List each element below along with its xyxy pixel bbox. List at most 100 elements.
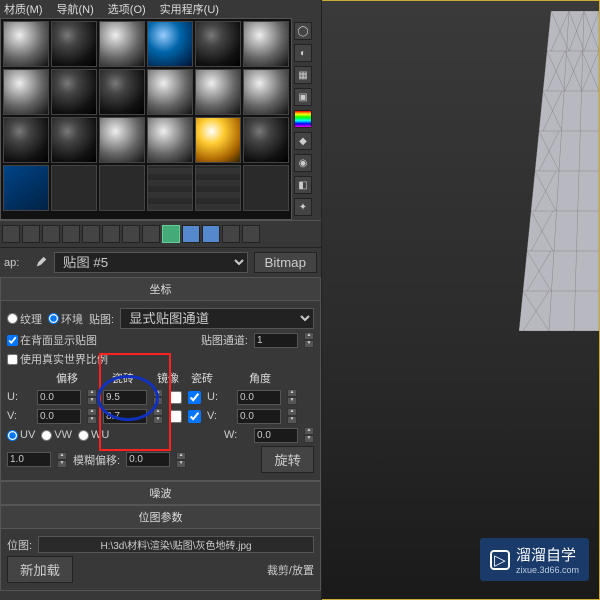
v-mirror-check[interactable] (169, 410, 182, 423)
v-angle-spinner[interactable] (237, 409, 281, 424)
sample-tools: ◯ ◐ ▦ ▣ ◆ ◉ ◧ ✦ (292, 18, 314, 220)
sample-type-icon[interactable]: ◯ (294, 22, 312, 40)
blur-off-spinner[interactable] (126, 452, 170, 467)
menu-utilities[interactable]: 实用程序(U) (160, 1, 219, 17)
radio-wu[interactable]: WU (78, 429, 109, 441)
material-slot[interactable] (195, 69, 241, 115)
material-slot[interactable] (51, 117, 97, 163)
radio-vw[interactable]: VW (41, 429, 72, 441)
u-offset-spinner[interactable] (37, 390, 81, 405)
material-slot[interactable] (3, 165, 49, 211)
rollup-bitmap[interactable]: 位图参数 (0, 505, 321, 529)
u-tile-spinner[interactable] (103, 390, 147, 405)
w-angle-spinner[interactable] (254, 428, 298, 443)
video-color-icon[interactable] (294, 110, 312, 128)
map-mode-select[interactable]: 显式贴图通道 (120, 308, 314, 329)
menu-nav[interactable]: 导航(N) (57, 1, 94, 17)
material-slot[interactable] (243, 117, 289, 163)
material-slot[interactable] (99, 69, 145, 115)
misc-icon[interactable] (242, 225, 260, 243)
spinner-icon[interactable]: ▲▼ (287, 389, 297, 405)
go-sibling-icon[interactable] (222, 225, 240, 243)
crop-label: 裁剪/放置 (267, 562, 314, 578)
get-material-icon[interactable] (2, 225, 20, 243)
rollup-noise[interactable]: 噪波 (0, 481, 321, 505)
material-slot[interactable] (3, 21, 49, 67)
sample-uv-icon[interactable]: ▣ (294, 88, 312, 106)
background-icon[interactable]: ▦ (294, 66, 312, 84)
map-name-select[interactable]: 贴图 #5 (54, 252, 248, 273)
radio-texture[interactable]: 纹理 (7, 311, 42, 327)
check-backface[interactable]: 在背面显示贴图 (7, 332, 97, 348)
material-slot[interactable] (243, 69, 289, 115)
blur-spinner[interactable] (7, 452, 51, 467)
spinner-icon[interactable]: ▲▼ (87, 389, 97, 405)
reload-button[interactable]: 新加载 (7, 556, 73, 583)
v-tile-check[interactable] (188, 410, 201, 423)
misc-icon[interactable]: ✦ (294, 198, 312, 216)
check-realworld[interactable]: 使用真实世界比例 (7, 351, 108, 367)
spinner-icon[interactable]: ▲▼ (153, 389, 163, 405)
misc-icon[interactable]: ◧ (294, 176, 312, 194)
v-offset-spinner[interactable] (37, 409, 81, 424)
u-tile-check[interactable] (188, 391, 201, 404)
material-slot[interactable] (99, 21, 145, 67)
menu-material[interactable]: 材质(M) (4, 1, 43, 17)
options-icon[interactable]: ◆ (294, 132, 312, 150)
bitmap-path-field[interactable] (38, 536, 314, 553)
copy-icon[interactable] (82, 225, 100, 243)
spinner-icon[interactable]: ▲▼ (57, 452, 67, 468)
watermark: ▷ 溜溜自学 zixue.3d66.com (480, 538, 589, 581)
v-tile-spinner[interactable] (103, 409, 147, 424)
material-slot[interactable] (147, 165, 193, 211)
show-end-icon[interactable] (182, 225, 200, 243)
u-angle-spinner[interactable] (237, 390, 281, 405)
material-slot[interactable] (51, 21, 97, 67)
rollup-coords[interactable]: 坐标 (0, 277, 321, 301)
make-unique-icon[interactable] (102, 225, 120, 243)
material-slot[interactable] (3, 69, 49, 115)
spinner-icon[interactable]: ▲▼ (304, 427, 314, 443)
material-slot[interactable] (99, 165, 145, 211)
effects-icon[interactable] (142, 225, 160, 243)
material-slot[interactable] (51, 165, 97, 211)
material-slot[interactable] (195, 117, 241, 163)
material-slot[interactable] (99, 117, 145, 163)
material-slot[interactable] (195, 165, 241, 211)
put-to-scene-icon[interactable] (22, 225, 40, 243)
backlight-icon[interactable]: ◐ (294, 44, 312, 62)
material-slot[interactable] (243, 21, 289, 67)
spinner-icon[interactable]: ▲▼ (304, 332, 314, 348)
material-slot[interactable] (195, 21, 241, 67)
material-slot[interactable] (147, 117, 193, 163)
put-library-icon[interactable] (122, 225, 140, 243)
assign-icon[interactable] (42, 225, 60, 243)
material-slot[interactable] (3, 117, 49, 163)
eyedropper-icon[interactable] (34, 256, 48, 270)
bitmap-panel: 位图: 新加载 裁剪/放置 (0, 529, 321, 591)
spinner-icon[interactable]: ▲▼ (176, 452, 186, 468)
material-slot[interactable] (243, 165, 289, 211)
spinner-icon[interactable]: ▲▼ (287, 408, 297, 424)
u-mirror-check[interactable] (169, 391, 182, 404)
material-slot[interactable] (147, 21, 193, 67)
select-by-mat-icon[interactable]: ◉ (294, 154, 312, 172)
material-slot[interactable] (147, 69, 193, 115)
radio-env[interactable]: 环境 (48, 311, 83, 327)
rotate-button[interactable]: 旋转 (261, 446, 314, 473)
map-type-button[interactable]: Bitmap (254, 252, 317, 273)
show-map-icon[interactable] (162, 225, 180, 243)
reset-icon[interactable] (62, 225, 80, 243)
hdr-mirror: 镜像 (155, 370, 181, 386)
radio-uv[interactable]: UV (7, 429, 35, 441)
material-slot[interactable] (51, 69, 97, 115)
spinner-icon[interactable]: ▲▼ (87, 408, 97, 424)
menu-options[interactable]: 选项(O) (108, 1, 146, 17)
channel-spinner[interactable] (254, 333, 298, 348)
v-ang-label: V: (207, 410, 231, 422)
spinner-icon[interactable]: ▲▼ (153, 408, 163, 424)
go-parent-icon[interactable] (202, 225, 220, 243)
u-ang-label: U: (207, 391, 231, 403)
viewport[interactable]: ▷ 溜溜自学 zixue.3d66.com (322, 0, 600, 600)
hdr-tiling: 瓷砖 (99, 370, 147, 386)
